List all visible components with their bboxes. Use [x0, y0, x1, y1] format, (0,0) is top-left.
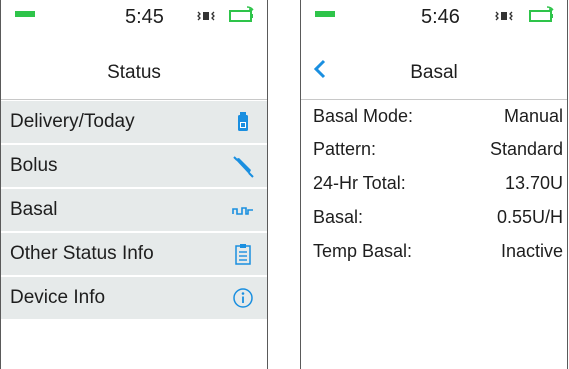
- row-key: Basal:: [313, 207, 364, 227]
- vibrate-icon: [197, 11, 215, 21]
- battery-charging-icon: [529, 6, 554, 22]
- temp-basal-row: Temp Basal: Inactive: [313, 241, 563, 269]
- insulin-cartridge-icon: [238, 112, 248, 131]
- basal-screen: 5:46 Basal Basal Mode: Manual Pattern: S…: [300, 0, 568, 369]
- battery-level-icon: [315, 11, 335, 17]
- menu-item-delivery-today[interactable]: Delivery/Today: [1, 101, 267, 145]
- menu-item-basal[interactable]: Basal: [1, 189, 267, 233]
- menu-item-label: Device Info: [10, 287, 106, 308]
- status-screen: 5:45 Status Delivery/Today Bolus Basal O…: [0, 0, 268, 369]
- vibrate-icon: [495, 11, 513, 21]
- basal-mode-row: Basal Mode: Manual: [313, 106, 563, 134]
- menu-item-label: Bolus: [10, 155, 58, 176]
- row-key: Pattern:: [313, 139, 377, 159]
- page-title: Status: [107, 62, 161, 83]
- row-value: Inactive: [500, 241, 563, 261]
- row-value: Manual: [503, 106, 563, 126]
- row-value: 0.55U/H: [496, 207, 563, 227]
- basal-pulse-icon: [232, 207, 253, 215]
- clipboard-icon: [235, 244, 251, 265]
- page-title: Basal: [410, 62, 458, 83]
- pattern-row: Pattern: Standard: [313, 139, 563, 167]
- total-24hr-row: 24-Hr Total: 13.70U: [313, 173, 563, 201]
- basal-rate-row: Basal: 0.55U/H: [313, 207, 563, 235]
- menu-item-label: Delivery/Today: [10, 111, 135, 132]
- clock-time: 5:45: [125, 6, 164, 28]
- status-header: Status: [1, 43, 267, 100]
- battery-level-icon: [15, 11, 35, 17]
- status-bar: 5:45: [1, 0, 267, 43]
- clock-time: 5:46: [421, 6, 460, 28]
- menu-item-label: Basal: [10, 199, 58, 220]
- row-key: Basal Mode:: [313, 106, 414, 126]
- menu-item-label: Other Status Info: [10, 243, 154, 264]
- row-key: 24-Hr Total:: [313, 173, 406, 193]
- menu-item-bolus[interactable]: Bolus: [1, 145, 267, 189]
- row-value: Standard: [489, 139, 563, 159]
- back-chevron-icon[interactable]: [311, 58, 329, 80]
- row-value: 13.70U: [504, 173, 563, 193]
- battery-charging-icon: [229, 6, 254, 22]
- status-bar: 5:46: [301, 0, 567, 43]
- menu-item-device-info[interactable]: Device Info: [1, 277, 267, 321]
- info-icon: [233, 288, 253, 308]
- pen-injector-icon: [233, 156, 254, 178]
- menu-item-other-status-info[interactable]: Other Status Info: [1, 233, 267, 277]
- basal-header: Basal: [301, 43, 567, 100]
- row-key: Temp Basal:: [313, 241, 413, 261]
